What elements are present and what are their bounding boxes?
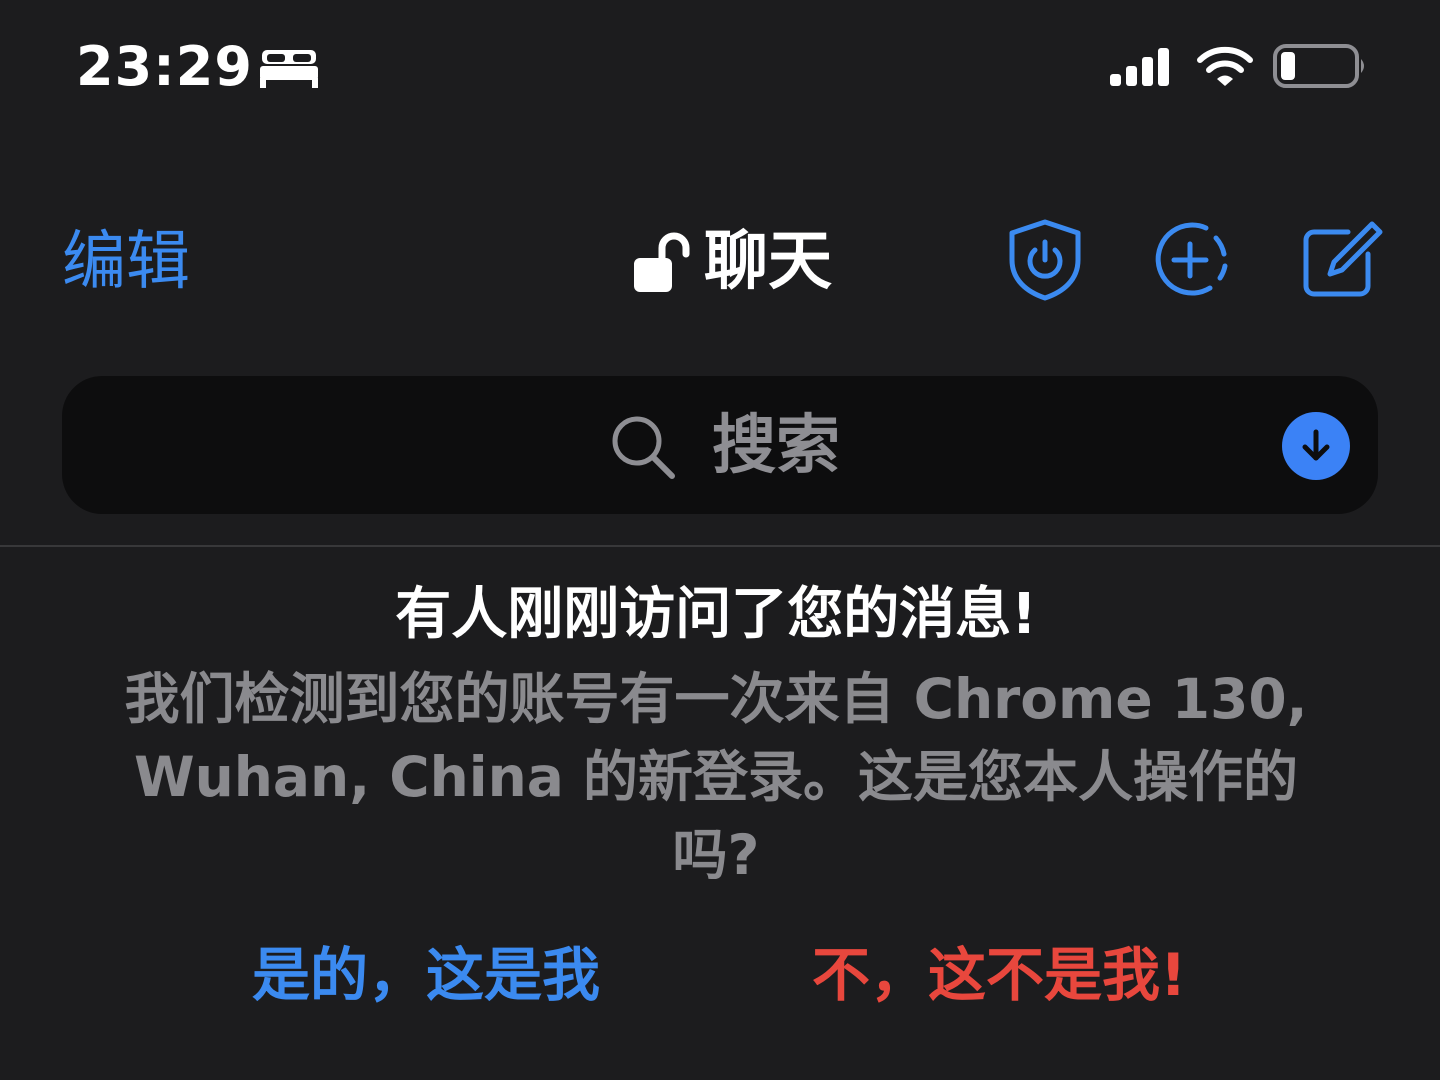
magnifier-icon <box>612 416 675 479</box>
deny-login-button[interactable]: 不，这不是我! <box>812 938 1186 1012</box>
arrow-down-circle-icon <box>1302 429 1330 461</box>
shield-power-icon[interactable] <box>1008 218 1082 302</box>
download-button[interactable] <box>1282 412 1350 480</box>
confirm-login-button[interactable]: 是的，这是我 <box>252 938 600 1012</box>
search-bar[interactable]: 搜索 <box>62 376 1378 514</box>
divider <box>0 545 1440 547</box>
alert-message: 我们检测到您的账号有一次来自 Chrome 130, Wuhan, China … <box>124 667 1308 887</box>
battery-low-icon <box>1273 44 1364 88</box>
wifi-icon <box>1197 46 1253 86</box>
alert-title: 有人刚刚访问了您的消息! <box>395 582 1037 647</box>
page-title: 聊天 <box>704 225 832 299</box>
status-bar: 23:29 <box>0 0 1440 130</box>
cellular-signal-icon <box>1110 48 1169 86</box>
add-story-icon[interactable] <box>1150 218 1232 302</box>
bed-icon <box>260 50 318 88</box>
search-input[interactable]: 搜索 <box>712 406 840 486</box>
edit-button[interactable]: 编辑 <box>62 222 190 302</box>
nav-title-group: 聊天 <box>632 220 832 304</box>
status-time: 23:29 <box>76 35 253 98</box>
unlocked-padlock-icon[interactable] <box>632 230 694 294</box>
compose-icon[interactable] <box>1300 218 1384 302</box>
